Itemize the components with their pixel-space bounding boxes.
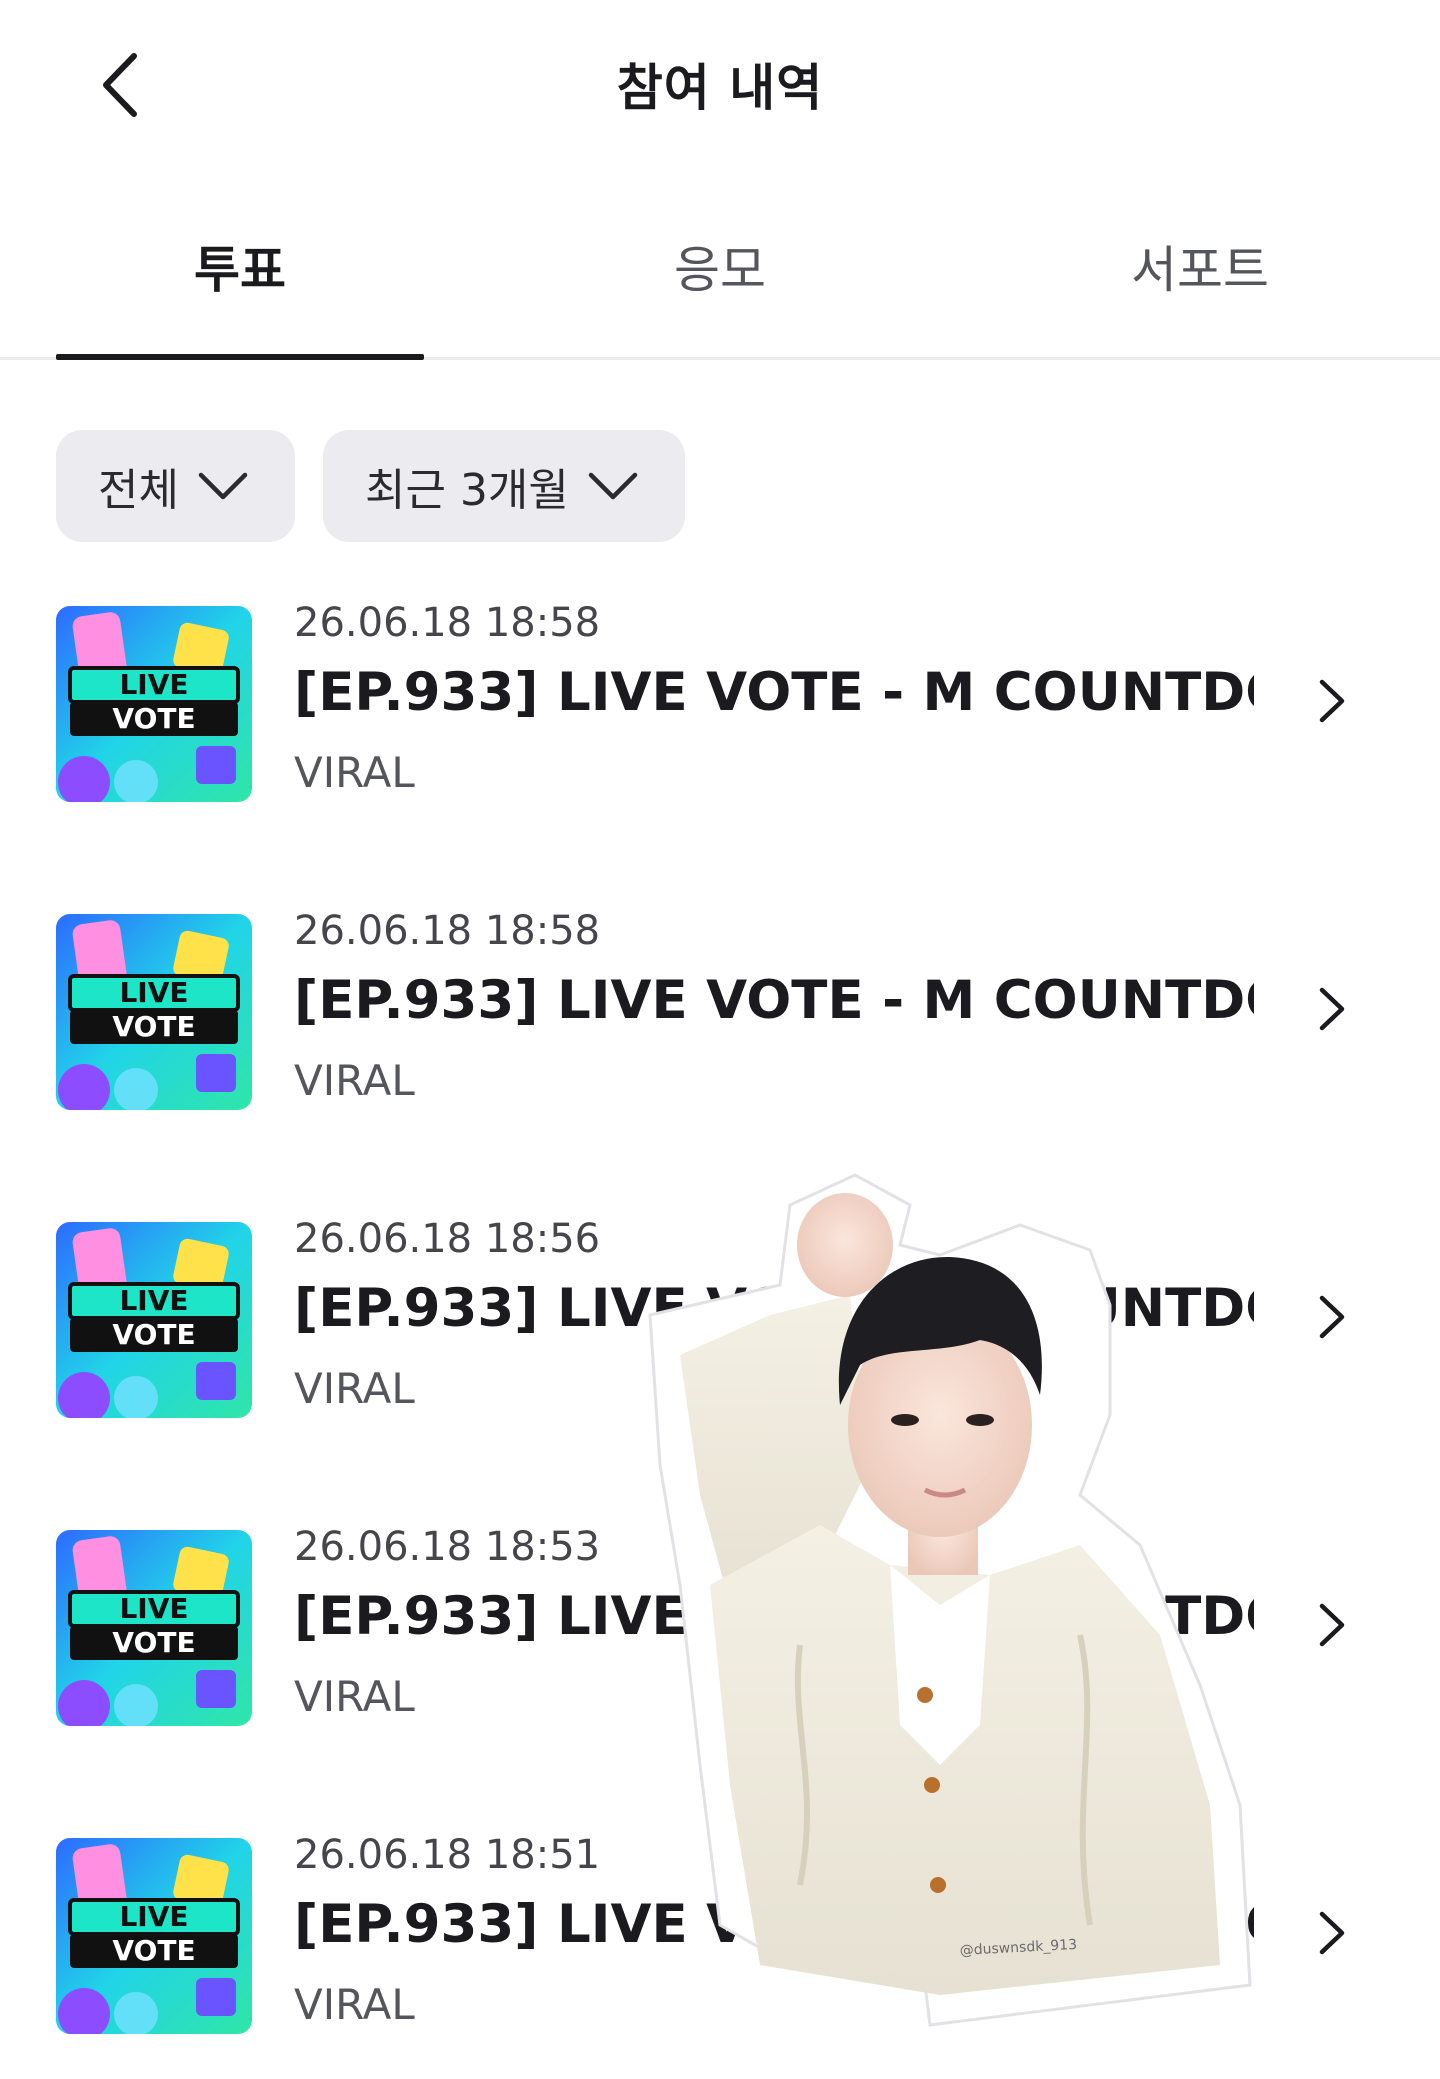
item-title: [EP.933] LIVE VOTE - M COUNTDO... [294, 662, 1254, 723]
thumb-live-text: LIVE [119, 1284, 188, 1317]
thumb-vote-text: VOTE [112, 1626, 195, 1659]
page-title: 참여 내역 [616, 59, 824, 117]
cardigan-button [924, 1777, 940, 1793]
filter-period-label: 최근 3개월 [364, 465, 569, 516]
tab-bar: 투표 응모 서포트 [0, 200, 1440, 360]
chevron-right-icon [1319, 987, 1345, 1031]
cardigan-button [930, 1877, 946, 1893]
live-vote-thumbnail: LIVE VOTE [56, 606, 252, 802]
tab-vote[interactable]: 투표 [56, 230, 424, 360]
item-title: [EP.933] LIVE VOTE - M COUNTDO... [294, 970, 1254, 1031]
item-date: 26.06.18 18:56 [294, 1216, 601, 1262]
item-category: VIRAL [294, 1980, 415, 2029]
item-date: 26.06.18 18:58 [294, 600, 601, 646]
live-vote-thumbnail: LIVE VOTE [56, 914, 252, 1110]
item-category: VIRAL [294, 1672, 415, 1721]
active-tab-indicator [56, 354, 424, 360]
filter-bar: 전체 최근 3개월 [56, 430, 685, 542]
list-item[interactable]: LIVE VOTE 26.06.18 18:58 [EP.933] LIVE V… [0, 600, 1440, 810]
thumb-live-text: LIVE [119, 1592, 188, 1625]
app-header: 참여 내역 [0, 0, 1440, 170]
item-date: 26.06.18 18:58 [294, 908, 601, 954]
chevron-down-icon [587, 471, 639, 501]
item-date: 26.06.18 18:51 [294, 1832, 601, 1878]
live-vote-thumbnail: LIVE VOTE [56, 1530, 252, 1726]
photo-sticker-overlay[interactable]: @duswnsdk_913 [640, 1165, 1320, 2035]
cardigan-button [917, 1687, 933, 1703]
thumb-vote-text: VOTE [112, 1934, 195, 1967]
tab-support[interactable]: 서포트 [1016, 230, 1384, 360]
item-category: VIRAL [294, 1056, 415, 1105]
chevron-right-icon [1319, 679, 1345, 723]
thumb-live-text: LIVE [119, 976, 188, 1009]
tab-apply[interactable]: 응모 [536, 230, 904, 360]
list-item[interactable]: LIVE VOTE 26.06.18 18:58 [EP.933] LIVE V… [0, 908, 1440, 1118]
filter-category-label: 전체 [98, 465, 179, 516]
thumb-live-text: LIVE [119, 1900, 188, 1933]
live-vote-thumbnail: LIVE VOTE [56, 1222, 252, 1418]
filter-category-dropdown[interactable]: 전체 [56, 430, 295, 542]
item-category: VIRAL [294, 1364, 415, 1413]
item-category: VIRAL [294, 748, 415, 797]
item-date: 26.06.18 18:53 [294, 1524, 601, 1570]
thumb-vote-text: VOTE [112, 702, 195, 735]
thumb-vote-text: VOTE [112, 1318, 195, 1351]
chevron-down-icon [197, 471, 249, 501]
thumb-vote-text: VOTE [112, 1010, 195, 1043]
thumb-live-text: LIVE [119, 668, 188, 701]
live-vote-thumbnail: LIVE VOTE [56, 1838, 252, 2034]
fist [797, 1193, 893, 1297]
filter-period-dropdown[interactable]: 최근 3개월 [322, 430, 685, 542]
